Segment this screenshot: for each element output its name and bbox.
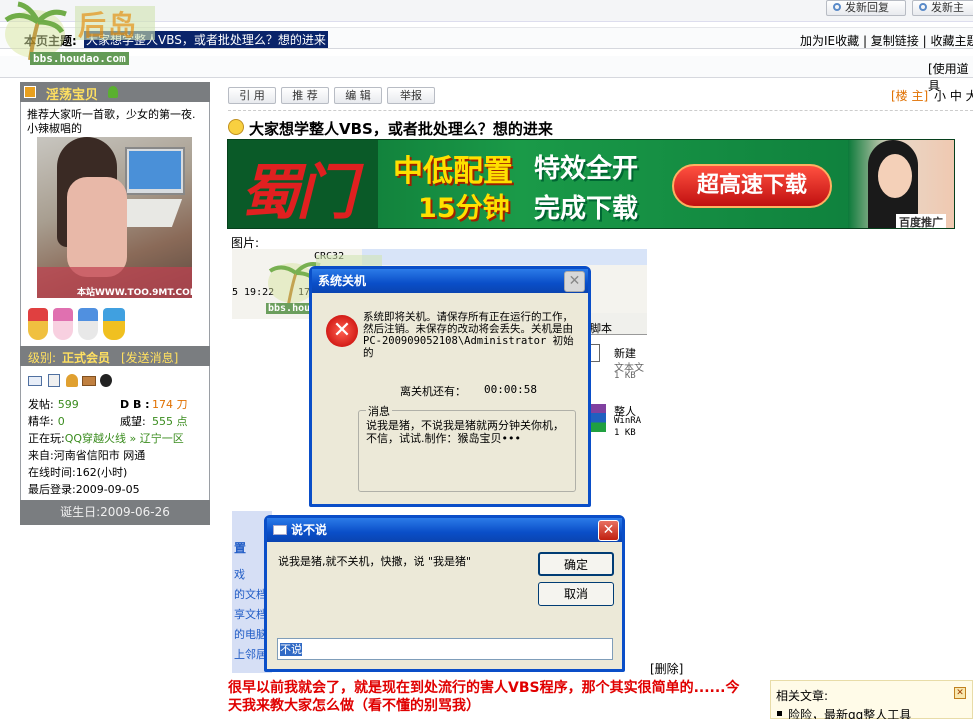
related-item-1[interactable]: 险险，最新qq整人工具 (788, 706, 911, 719)
say-dialog: 说不说 ✕ 说我是猪,就不关机，快撒，说 "我是猪" 确定 取消 不说 (264, 515, 625, 672)
related-title: 相关文章: (776, 689, 829, 703)
floor-label: [楼 主] (891, 89, 929, 103)
shutdown-close-button[interactable]: ✕ (564, 271, 585, 292)
db-count: 174 刀 (152, 398, 188, 411)
site-logo[interactable]: 后岛 bbs.houdao.com (0, 0, 155, 68)
last-login: 最后登录:2009-09-05 (28, 483, 140, 496)
logo-url: bbs.houdao.com (30, 52, 129, 65)
prestige-count: 555 点 (152, 415, 188, 428)
recommend-button[interactable]: 推 荐 (281, 87, 329, 104)
say-close-button[interactable]: ✕ (598, 520, 619, 541)
banner-download-button[interactable]: 超高速下载 (672, 164, 832, 208)
error-icon: ✕ (326, 315, 358, 347)
banner-line1a: 中低配置 (393, 154, 513, 189)
user-intro: 推荐大家听一首歌，少女的第一夜.小辣椒唱的 (27, 108, 196, 135)
online-status-icon (108, 86, 118, 98)
group-text: 说我是猪，不说我是猪就两分钟关你机，不信，试试.制作：猴岛宝贝••• (366, 419, 564, 445)
banner-line2a: 15分钟 (418, 193, 510, 224)
post-divider (228, 110, 973, 111)
delete-link[interactable]: [删除] (650, 660, 683, 677)
say-prompt: 说我是猪,就不关机，快撒，说 "我是猪" (278, 555, 472, 568)
level-value: 正式会员 (62, 351, 111, 365)
header-links: 加为IE收藏 | 复制链接 | 收藏主题 (800, 32, 973, 49)
birthday-bar: 诞生日:2009-06-26 (20, 500, 210, 525)
quote-button[interactable]: 引 用 (228, 87, 276, 104)
playing-game-link[interactable]: QQ穿越火线 » 辽宁一区 (65, 432, 184, 445)
level-label: 级别: (28, 351, 57, 365)
user-action-icons (28, 374, 118, 388)
user-stats: 发帖: 599 D B :174 刀 精华: 0 威望: 555 点 正在玩:QQ穿越… (28, 396, 208, 498)
group-label: 消息 (366, 403, 392, 419)
shutdown-message: 系统即将关机。请保存所有正在运行的工作，然后注销。未保存的改动将会丢失。关机是由… (363, 311, 574, 359)
new-topic-icon (919, 3, 927, 11)
shutdown-dialog: 系统关机 ✕ ✕ 系统即将关机。请保存所有正在运行的工作，然后注销。未保存的改动… (309, 266, 591, 507)
posts-count: 599 (57, 398, 79, 411)
post-body: 很早以前我就会了，就是现在到处流行的害人VBS程序，那个其实很简单的......… (228, 680, 740, 714)
countdown-label: 离关机还有： (400, 385, 466, 398)
copy-link[interactable]: 复制链接 (871, 34, 919, 48)
topics-icon[interactable] (48, 374, 60, 387)
say-dialog-title: 说不说 (291, 523, 328, 537)
bg-file2-size: 1 KB (614, 428, 636, 438)
medal-1-icon (28, 308, 48, 340)
bg-side-links: 戏 的文档 享文档 的电脑 上邻居 (234, 568, 267, 661)
dialog-window-icon (273, 525, 287, 535)
cancel-button[interactable]: 取消 (538, 582, 614, 606)
user-menu-arrow-icon[interactable] (24, 86, 36, 98)
shutdown-dialog-title: 系统关机 (318, 274, 367, 288)
medal-4-icon (103, 308, 125, 340)
banner-line1b: 特效全开 (534, 154, 639, 184)
say-input-value: 不说 (280, 643, 302, 656)
banner-ad[interactable]: 蜀门 中低配置 特效全开 15分钟 完成下载 超高速下载 百度推广 (227, 139, 955, 229)
banner-line2b: 完成下载 (534, 194, 639, 224)
blog-icon[interactable] (82, 376, 96, 386)
add-ie-favorite-link[interactable]: 加为IE收藏 (800, 34, 859, 48)
medals (28, 308, 128, 342)
report-button[interactable]: 举报 (387, 87, 435, 104)
medal-2-icon (53, 308, 73, 340)
countdown-value: 00:00:58 (484, 383, 537, 396)
medal-3-icon (78, 308, 98, 340)
favorite-topic-link[interactable]: 收藏主题 (930, 34, 973, 48)
reply-button[interactable]: 发新回复 (826, 0, 906, 16)
related-close-icon[interactable]: ✕ (954, 687, 966, 699)
elite-count: 0 (57, 415, 65, 428)
username[interactable]: 淫荡宝贝 (46, 84, 98, 103)
banner-badge: 百度推广 (896, 214, 946, 228)
banner-brand: 蜀门 (240, 158, 356, 228)
bg-side-title: 置 (234, 541, 247, 555)
bg-file2-type: WinRA (614, 416, 642, 426)
smiley-icon (228, 119, 244, 135)
say-input[interactable]: 不说 (277, 638, 613, 660)
font-size-switch[interactable]: 小 中 大 (934, 87, 973, 104)
bg-script-label: 脚本 (590, 322, 612, 335)
photo-watermark: 本站WWW.TOO.9MT.COM.CN (77, 288, 192, 298)
send-message-link[interactable]: [发送消息] (121, 349, 178, 366)
qq-icon[interactable] (100, 374, 112, 387)
add-friend-icon[interactable] (66, 374, 78, 387)
profile-icon[interactable] (28, 376, 42, 386)
ok-button[interactable]: 确定 (538, 552, 614, 576)
bg-file1-size: 1 KB (614, 371, 636, 381)
user-avatar: 本站WWW.TOO.9MT.COM.CN (37, 137, 192, 298)
new-topic-button[interactable]: 发新主 (912, 0, 973, 16)
reply-icon (833, 3, 841, 11)
related-bullet-icon (777, 711, 782, 716)
logo-text: 后岛 (78, 9, 139, 42)
user-location: 河南省信阳市 网通 (53, 449, 146, 462)
online-time: 在线时间:162(小时) (28, 466, 128, 479)
edit-button[interactable]: 编 辑 (334, 87, 382, 104)
post-title: 大家想学整人VBS，或者批处理么？想的进来 (249, 120, 553, 138)
